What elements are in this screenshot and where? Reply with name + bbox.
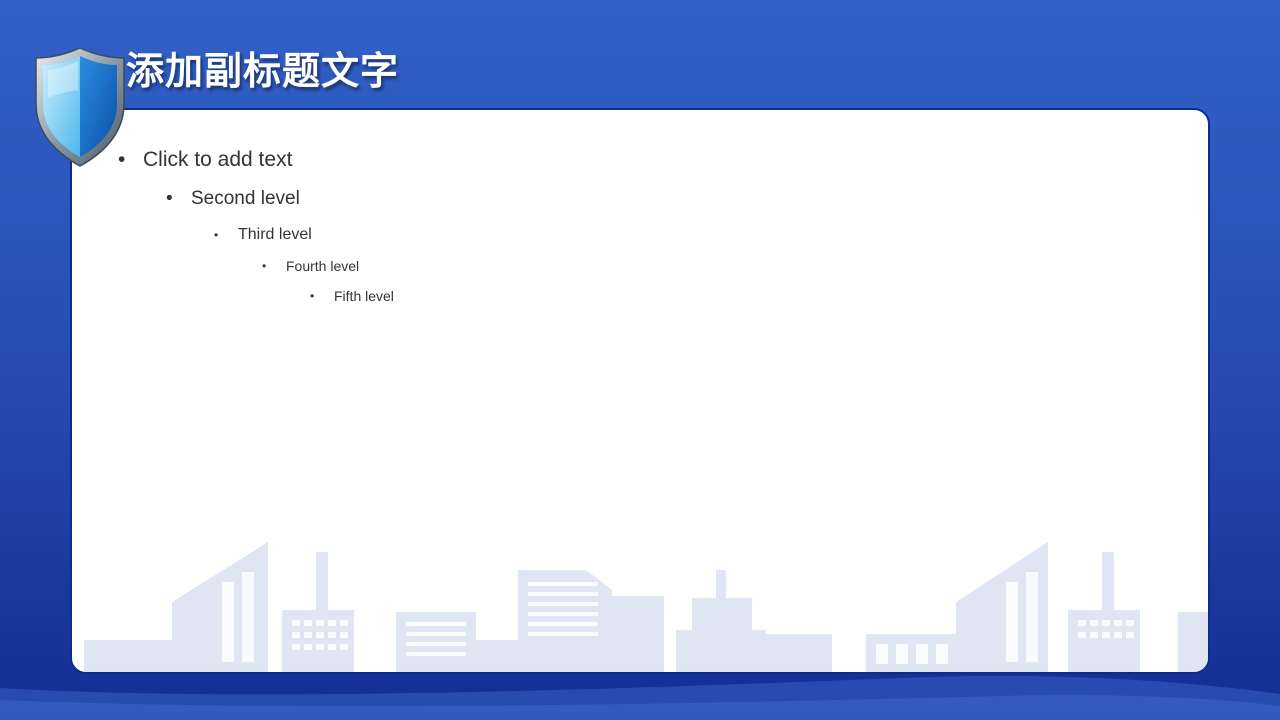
bullet-text-level-3: Third level (238, 226, 312, 243)
bullet-text-level-2: Second level (191, 188, 300, 209)
bullet-level-4[interactable]: • Fourth level (262, 258, 359, 274)
bullet-level-3[interactable]: • Third level (214, 226, 312, 244)
bullet-dot: • (214, 228, 219, 242)
bullet-dot: • (310, 289, 315, 303)
slide-title[interactable]: 添加副标题文字 (126, 40, 399, 95)
bullet-text-level-1: Click to add text (143, 148, 293, 171)
bullet-text-level-4: Fourth level (286, 258, 360, 274)
bullet-level-5[interactable]: • Fifth level (310, 288, 394, 304)
city-skyline-decoration (84, 542, 1208, 672)
bullet-text-level-5: Fifth level (334, 288, 394, 304)
bullet-level-1[interactable]: • Click to add text (118, 148, 292, 172)
bullet-dot: • (166, 188, 173, 209)
bullet-level-2[interactable]: • Second level (166, 188, 300, 210)
bullet-dot: • (262, 259, 267, 273)
content-panel: • Click to add text • Second level • Thi… (70, 108, 1210, 674)
shield-icon (35, 47, 125, 167)
